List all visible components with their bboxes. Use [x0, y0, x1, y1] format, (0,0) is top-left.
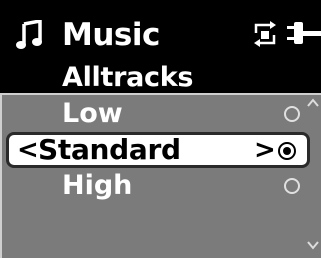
repeat-icon [254, 21, 276, 47]
list-item-high[interactable]: High [0, 168, 321, 204]
category-label: Alltracks [62, 62, 194, 93]
scroll-down-icon[interactable] [305, 238, 321, 252]
title-bar: Music [0, 0, 321, 62]
option-label: Standard [38, 133, 181, 166]
radio-button[interactable] [284, 178, 300, 194]
category-header: Alltracks [18, 62, 321, 94]
option-label: Low [62, 98, 123, 129]
music-note-icon [16, 20, 42, 49]
radio-button[interactable] [284, 106, 300, 122]
battery-icon [287, 22, 321, 44]
left-arrow-icon[interactable]: < [17, 132, 39, 168]
screen-title: Music [62, 17, 160, 53]
player-screen: Music Alltracks Low < Standard > High [0, 0, 321, 258]
radio-button-selected[interactable] [278, 142, 296, 160]
right-arrow-icon[interactable]: > [254, 132, 276, 168]
option-label: High [62, 170, 133, 201]
radio-dot [283, 147, 291, 155]
list-item-low[interactable]: Low [0, 96, 321, 132]
